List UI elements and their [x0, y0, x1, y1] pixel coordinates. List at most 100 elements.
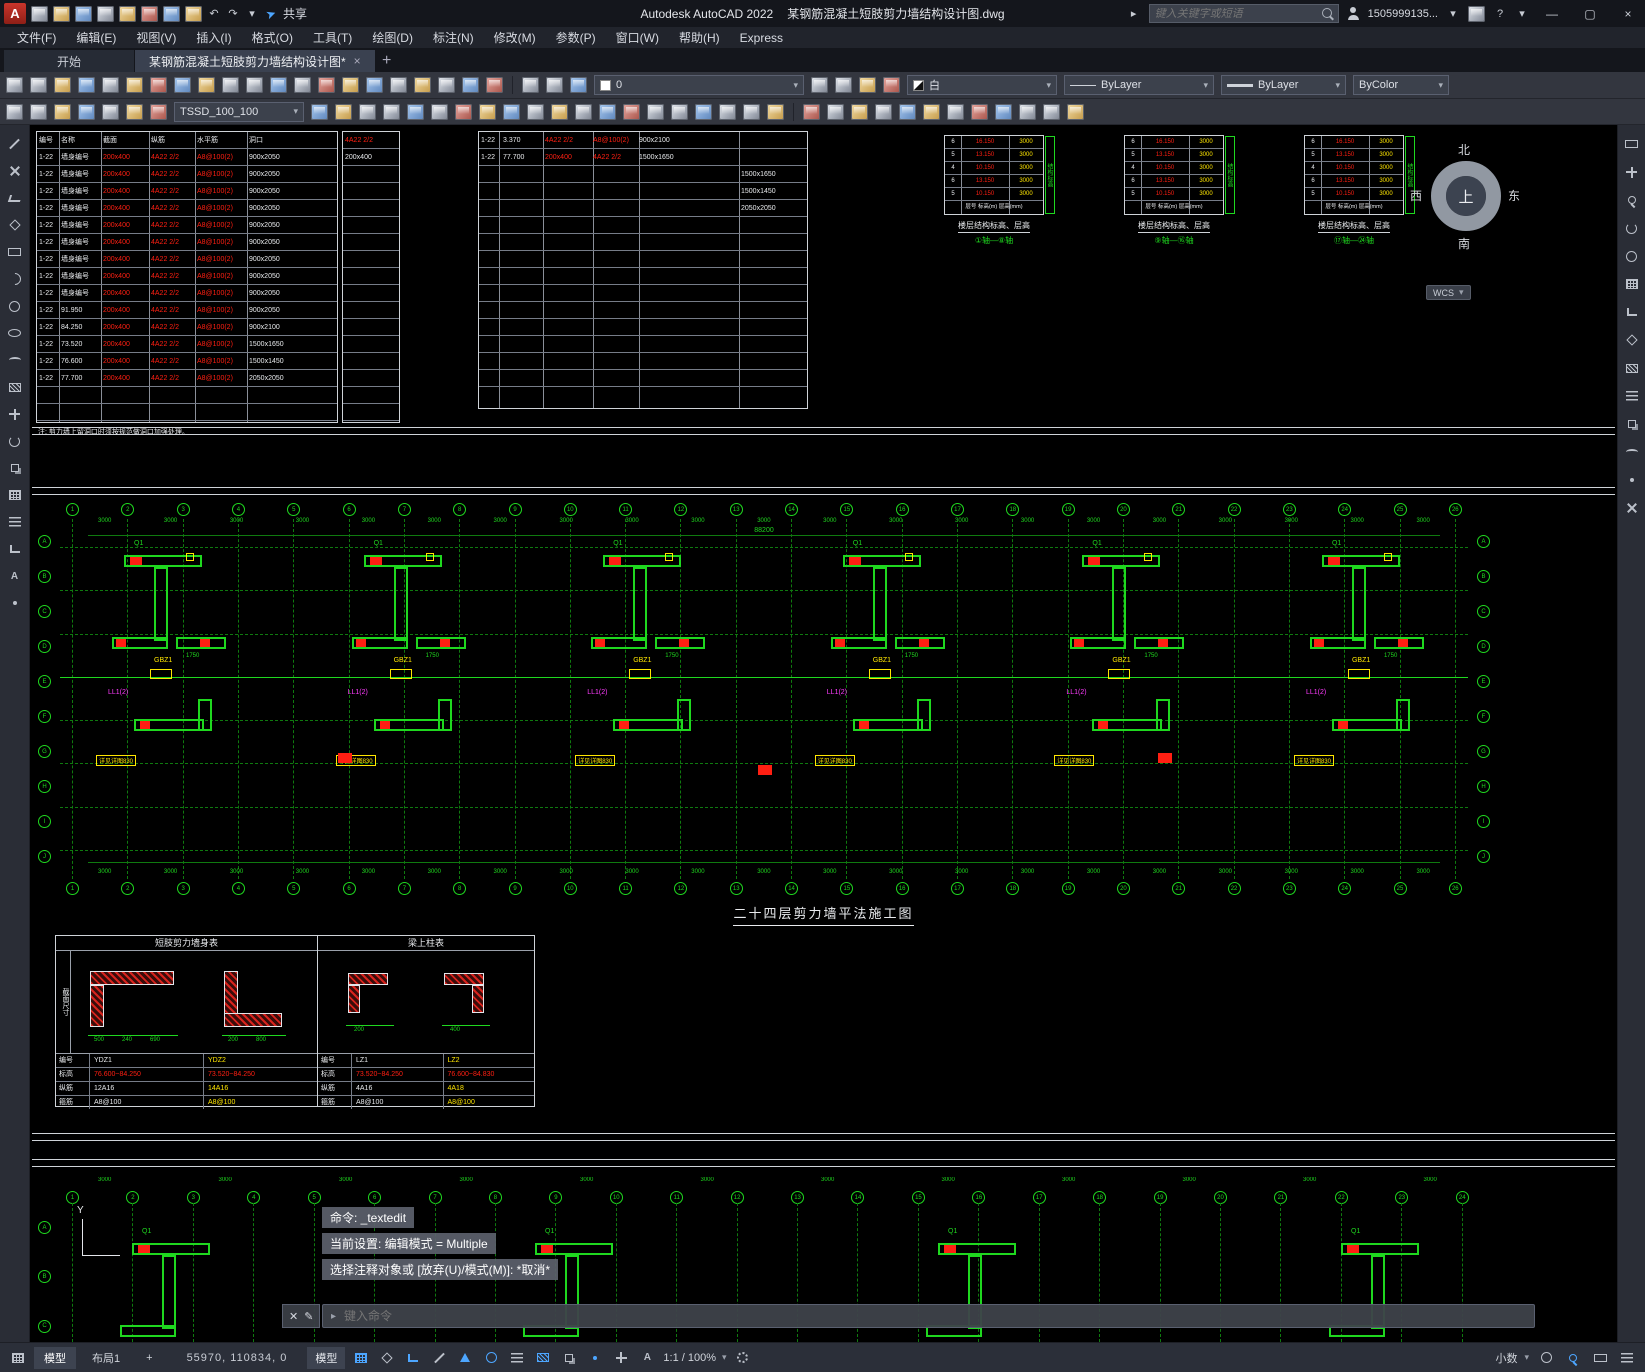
- qat-tool-icon[interactable]: [141, 5, 158, 22]
- qat-tool-icon[interactable]: [97, 5, 114, 22]
- lineweight-dropdown-icon[interactable]: ▾: [1335, 80, 1340, 91]
- toolbar-icon[interactable]: [599, 103, 616, 120]
- workspace-switching-icon[interactable]: [733, 1349, 753, 1367]
- toolbar-icon[interactable]: [719, 103, 736, 120]
- layout-preview-icon[interactable]: [8, 1349, 28, 1367]
- tab-start[interactable]: 开始: [4, 50, 134, 72]
- qat-tool-icon[interactable]: [53, 5, 70, 22]
- toolbar-icon[interactable]: [875, 103, 892, 120]
- toolbar-icon[interactable]: [455, 103, 472, 120]
- toolbar-icon[interactable]: [671, 103, 688, 120]
- zoom-icon[interactable]: [1622, 191, 1642, 209]
- linetype-dropdown-icon[interactable]: ▾: [1203, 80, 1208, 91]
- move-tool-icon[interactable]: [5, 405, 25, 423]
- layer-state-icon[interactable]: [546, 77, 563, 93]
- dynamic-ucs-icon[interactable]: [611, 1349, 631, 1367]
- layer-dropdown-icon[interactable]: ▾: [793, 80, 798, 91]
- toolbar-icon[interactable]: [390, 77, 407, 93]
- toolbar-icon[interactable]: [246, 77, 263, 93]
- toolbar-icon[interactable]: [1043, 103, 1060, 120]
- toolbar-icon[interactable]: [54, 103, 71, 120]
- toolbar-icon[interactable]: [54, 77, 71, 93]
- nav-tool-icon[interactable]: [1622, 275, 1642, 293]
- toolbar-icon[interactable]: [851, 103, 868, 120]
- toolbar-icon[interactable]: [647, 103, 664, 120]
- toolbar-icon[interactable]: [743, 103, 760, 120]
- drawing-canvas[interactable]: 编号 名称 截面 纵筋 水平筋 洞口 1-22 墙身编号 200x400 4A2…: [30, 125, 1617, 1342]
- rectangle-tool-icon[interactable]: [5, 243, 25, 261]
- polar-tracking-icon[interactable]: [455, 1349, 475, 1367]
- object-snap-icon[interactable]: [481, 1349, 501, 1367]
- orbit-icon[interactable]: [1622, 219, 1642, 237]
- toolbar-icon[interactable]: [971, 103, 988, 120]
- layer-tool-icon[interactable]: [835, 77, 852, 93]
- toolbar-icon[interactable]: [623, 103, 640, 120]
- toolbar-icon[interactable]: [827, 103, 844, 120]
- redo-icon[interactable]: ↷: [226, 5, 240, 23]
- menu-format[interactable]: 格式(O): [243, 29, 302, 46]
- color-dropdown-icon[interactable]: ▾: [1046, 80, 1051, 91]
- arc-tool-icon[interactable]: [5, 270, 25, 288]
- qat-tool-icon[interactable]: [163, 5, 180, 22]
- plotstyle-select[interactable]: ByColor ▾: [1353, 75, 1449, 95]
- snap-mode-icon[interactable]: [377, 1349, 397, 1367]
- undo-icon[interactable]: ↶: [207, 5, 221, 23]
- toolbar-icon[interactable]: [575, 103, 592, 120]
- toolbar-icon[interactable]: [366, 77, 383, 93]
- toolbar-icon[interactable]: [78, 77, 95, 93]
- layout1-tab[interactable]: 布局1: [82, 1347, 130, 1369]
- compass-top-face[interactable]: 上: [1446, 176, 1486, 216]
- linetype-select[interactable]: ByLayer ▾: [1064, 75, 1214, 95]
- ortho-mode-icon[interactable]: [429, 1349, 449, 1367]
- menu-insert[interactable]: 插入(I): [187, 29, 240, 46]
- share-label[interactable]: 共享: [283, 5, 307, 22]
- toolbar-icon[interactable]: [947, 103, 964, 120]
- menu-edit[interactable]: 编辑(E): [67, 29, 125, 46]
- menu-modify[interactable]: 修改(M): [485, 29, 545, 46]
- compass-west-label[interactable]: 西: [1410, 187, 1422, 204]
- grid-display-icon[interactable]: [351, 1349, 371, 1367]
- pan-icon[interactable]: [1622, 163, 1642, 181]
- toolbar-icon[interactable]: [30, 103, 47, 120]
- layer-state-icon[interactable]: [522, 77, 539, 93]
- account-name[interactable]: 1505999135...: [1368, 8, 1438, 20]
- fullscreen-icon[interactable]: [1622, 135, 1642, 153]
- qat-dropdown-icon[interactable]: ▾: [245, 5, 259, 23]
- menu-window[interactable]: 窗口(W): [607, 29, 668, 46]
- graphics-performance-icon[interactable]: [1563, 1349, 1583, 1367]
- toolbar-icon[interactable]: [126, 77, 143, 93]
- nav-tool-icon[interactable]: [1622, 387, 1642, 405]
- menu-parametric[interactable]: 参数(P): [547, 29, 605, 46]
- command-prompt-icon[interactable]: ▸: [331, 1311, 336, 1322]
- nav-tool-icon[interactable]: [1622, 499, 1642, 517]
- toolbar-icon[interactable]: [102, 77, 119, 93]
- toolbar-icon[interactable]: [198, 77, 215, 93]
- toolbar-icon[interactable]: [335, 103, 352, 120]
- toolbar-icon[interactable]: [438, 77, 455, 93]
- toolbar-icon[interactable]: [6, 103, 23, 120]
- toolbar-icon[interactable]: [78, 103, 95, 120]
- text-style-select[interactable]: TSSD_100_100 ▾: [174, 101, 304, 122]
- toolbar-icon[interactable]: [527, 103, 544, 120]
- model-tab[interactable]: 模型: [34, 1346, 76, 1369]
- toolbar-icon[interactable]: [414, 77, 431, 93]
- table-tool-icon[interactable]: [5, 486, 25, 504]
- search-icon[interactable]: [1321, 8, 1333, 19]
- viewcube-compass[interactable]: 北 西 上 东 南: [1408, 135, 1524, 267]
- command-input[interactable]: [344, 1309, 1526, 1323]
- toolbar-icon[interactable]: [899, 103, 916, 120]
- toolbar-icon[interactable]: [174, 77, 191, 93]
- toolbar-icon[interactable]: [318, 77, 335, 93]
- customize-icon[interactable]: [1617, 1349, 1637, 1367]
- cancel-icon[interactable]: ✕: [289, 1310, 298, 1323]
- lineweight-display-icon[interactable]: [507, 1349, 527, 1367]
- help-dropdown-icon[interactable]: ▾: [1515, 5, 1529, 23]
- nav-tool-icon[interactable]: [1622, 303, 1642, 321]
- toolbar-icon[interactable]: [503, 103, 520, 120]
- infer-constraints-icon[interactable]: [403, 1349, 423, 1367]
- menu-file[interactable]: 文件(F): [8, 29, 65, 46]
- nav-tool-icon[interactable]: [1622, 443, 1642, 461]
- minimize-button[interactable]: —: [1537, 2, 1567, 26]
- search-input[interactable]: [1154, 7, 1322, 20]
- toolbar-icon[interactable]: [294, 77, 311, 93]
